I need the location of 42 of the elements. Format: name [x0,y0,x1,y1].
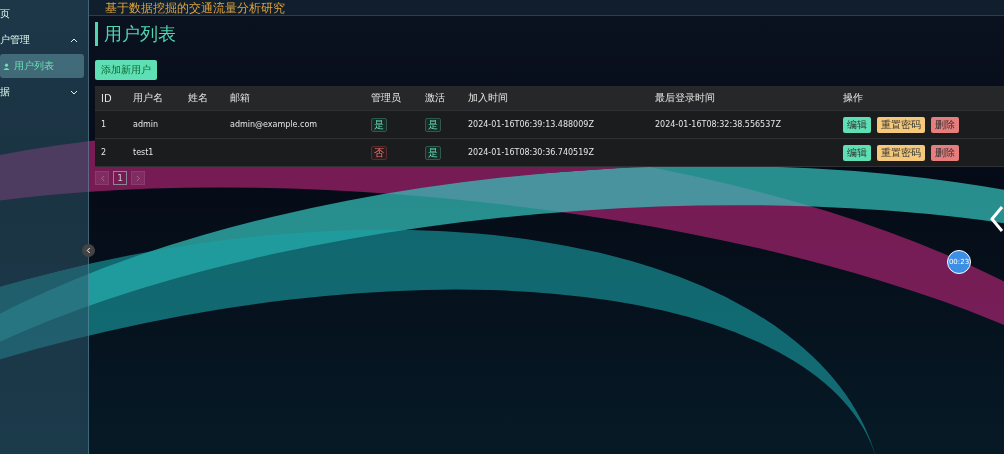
chevron-left-icon[interactable] [990,205,1004,233]
sidebar-item[interactable]: 用户列表 [0,54,84,78]
table-cell-text: 2024-01-16T08:30:36.740519Z [467,148,595,157]
column-header: 加入时间 [467,91,509,105]
table-cell-text: 1 [100,120,108,129]
app-title: 基于数据挖掘的交通流量分析研究 [105,0,285,15]
status-tag: 是 [371,117,387,132]
action-button[interactable]: 重置密码 [877,116,925,133]
column-header: 激活 [424,91,446,105]
page-button[interactable]: 1 [113,171,127,185]
column-header: 最后登录时间 [654,91,716,105]
user-icon [3,62,10,70]
chevron-left-icon [86,247,91,254]
column-header: 邮箱 [229,91,251,105]
sidebar-item[interactable]: 据 [0,80,88,104]
table-cell-text: 2 [100,148,108,157]
chevron-left-icon [99,174,105,182]
action-button[interactable]: 编辑 [843,116,871,133]
table-cell-text: test1 [132,148,155,157]
column-header: ID [100,92,113,104]
table-cell-text: admin@example.com [229,120,319,129]
action-button[interactable]: 重置密码 [877,144,925,161]
status-tag: 是 [425,145,441,160]
table-cell-text: 2024-01-16T08:32:38.556537Z [654,120,782,129]
table-cell-text: admin [132,120,160,129]
status-tag: 否 [371,145,387,160]
action-button[interactable]: 编辑 [843,144,871,161]
column-header: 姓名 [187,91,209,105]
column-header: 管理员 [370,91,402,105]
chevron-right-icon [135,174,141,182]
add-user-button[interactable]: 添加新用户 [95,60,157,80]
action-button[interactable]: 删除 [931,144,959,161]
sidebar-item[interactable]: 户管理 [0,28,88,52]
column-header: 操作 [842,91,864,105]
column-header: 用户名 [132,91,164,105]
sidebar-item[interactable]: 页 [0,2,88,26]
action-button[interactable]: 删除 [931,116,959,133]
caret-icon [70,89,78,95]
caret-icon [70,37,78,43]
status-tag: 是 [425,117,441,132]
table-cell-text: 2024-01-16T06:39:13.488009Z [467,120,595,129]
page-title: 用户列表 [95,22,176,46]
